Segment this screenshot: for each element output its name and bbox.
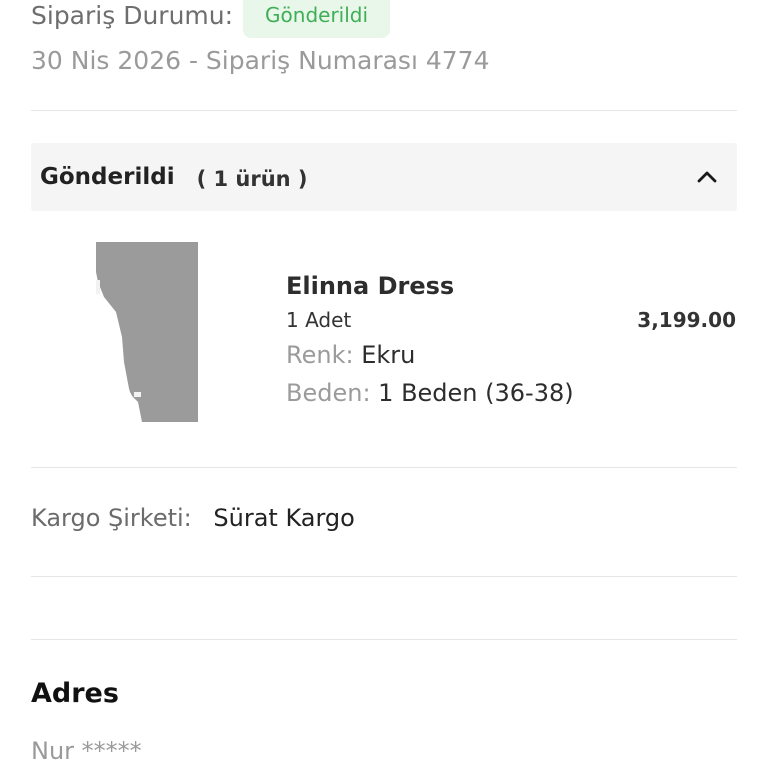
cargo-company: Sürat Kargo	[213, 504, 355, 532]
product-size-row: Beden: 1 Beden (36-38)	[286, 376, 574, 410]
divider	[31, 639, 737, 640]
shipment-group-title: Gönderildi	[40, 164, 175, 190]
cargo-row: Kargo Şirketi: Sürat Kargo	[31, 500, 355, 536]
divider	[31, 110, 737, 111]
divider	[31, 576, 737, 577]
shipment-item-count: ( 1 ürün )	[196, 167, 308, 191]
product-quantity: 1 Adet	[286, 308, 352, 332]
address-title: Adres	[31, 678, 119, 709]
cargo-label: Kargo Şirketi:	[31, 504, 192, 532]
product-color-label: Renk:	[286, 341, 354, 369]
product-price: 3,199.00	[637, 308, 736, 332]
order-status-row: Sipariş Durumu: Gönderildi	[31, 0, 391, 40]
product-size-label: Beden:	[286, 379, 371, 407]
divider	[31, 467, 737, 468]
product-color-value: Ekru	[361, 341, 416, 369]
product-size-value: 1 Beden (36-38)	[378, 379, 574, 407]
order-meta: 30 Nis 2026 - Sipariş Numarası 4774	[31, 46, 490, 75]
product-image[interactable]	[86, 242, 200, 424]
order-status-label: Sipariş Durumu:	[31, 1, 234, 30]
address-name: Nur *****	[31, 737, 142, 765]
product-color-row: Renk: Ekru	[286, 338, 415, 372]
chevron-up-icon[interactable]	[695, 165, 719, 189]
status-badge: Gönderildi	[243, 0, 391, 38]
product-name[interactable]: Elinna Dress	[286, 270, 454, 302]
shipment-group-header[interactable]: Gönderildi ( 1 ürün )	[31, 143, 737, 211]
